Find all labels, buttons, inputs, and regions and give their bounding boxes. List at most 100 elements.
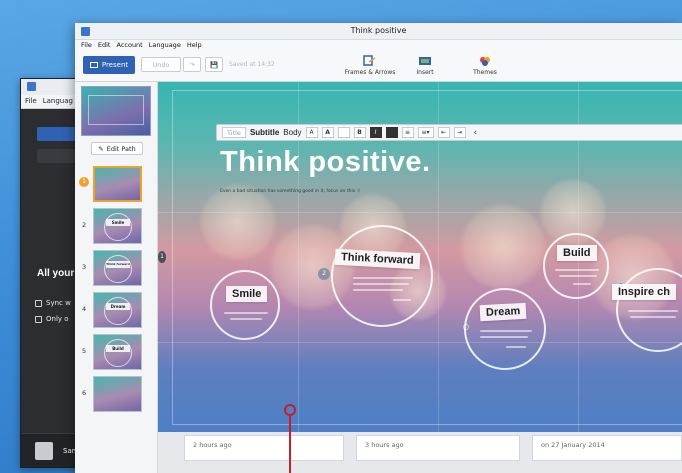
topic-dream[interactable]: Dream [464, 288, 546, 370]
main-window: Think positive File Edit Account Languag… [75, 23, 682, 473]
body-text [630, 316, 676, 318]
bg-menu-language[interactable]: Languag [43, 97, 73, 106]
body-text [506, 346, 526, 348]
frames-arrows-button[interactable]: Frames & Arrows [340, 55, 400, 76]
present-button[interactable]: Present [83, 56, 135, 74]
subtitle-style-button[interactable]: Subtitle [250, 128, 279, 137]
body-style-button[interactable]: Body [283, 128, 301, 137]
recent-card[interactable]: 3 hours ago [356, 435, 520, 461]
path-step-number: 2 [82, 221, 87, 229]
indent-decrease-icon[interactable]: ⇤ [437, 127, 450, 138]
frames-arrows-label: Frames & Arrows [344, 69, 396, 76]
topic-smile[interactable]: Smile [210, 270, 280, 340]
italic-button[interactable]: I [369, 127, 382, 138]
edit-path-label: Edit Path [106, 144, 136, 153]
menu-account[interactable]: Account [116, 41, 142, 51]
font-decrease-button[interactable]: A [305, 127, 318, 138]
thumb-image: Smile [93, 208, 142, 244]
only-option-label: Only o [46, 315, 69, 323]
card-timestamp: on 27 January 2014 [541, 441, 605, 449]
bg-menu-file[interactable]: File [25, 97, 37, 106]
text-format-bar: Title Subtitle Body A A B I ≡ ≡▾ ⇤ ⇥ ‹ [216, 124, 682, 141]
undo-button[interactable]: Undo [141, 57, 181, 72]
body-text [353, 277, 413, 279]
sync-option-label: Sync w [46, 299, 71, 307]
path-step-number: 5 [82, 347, 87, 355]
insert-button[interactable]: Insert [407, 55, 443, 76]
path-step-number: 1 [79, 177, 89, 187]
menubar: File Edit Account Language Help [75, 40, 682, 52]
recent-card[interactable]: 2 hours ago [184, 435, 344, 461]
redo-icon: ↷ [189, 60, 195, 69]
thumb-label: Smile [106, 219, 130, 226]
thumb-image: Build [93, 334, 142, 370]
path-thumb-5[interactable]: 5 Build [75, 332, 158, 372]
thumb-image [93, 166, 142, 202]
callout-marker [284, 404, 296, 416]
body-text [393, 299, 411, 301]
thumb-label: Dream [106, 303, 130, 310]
path-thumb-3[interactable]: 3 Think forward [75, 248, 158, 288]
title-style-button[interactable]: Title [222, 127, 246, 138]
body-text [573, 283, 591, 285]
path-marker-1[interactable]: 1 [158, 251, 166, 263]
recent-items-strip: 2 hours ago 3 hours ago on 27 January 20… [158, 432, 682, 473]
topic-label: Dream [479, 302, 527, 322]
recent-card[interactable]: on 27 January 2014 [532, 435, 682, 461]
menu-edit[interactable]: Edit [98, 41, 111, 51]
edit-path-button[interactable]: ✎ Edit Path [91, 142, 143, 155]
thumb-circle [104, 213, 132, 241]
thumb-image: Think forward [93, 250, 142, 286]
toolbar: Present Undo ↷ 💾 Saved at 14:32 Frames &… [75, 52, 682, 82]
overview-frame [88, 95, 144, 125]
path-step-number: 6 [82, 389, 87, 397]
align-dropdown-icon[interactable]: ≡▾ [417, 127, 434, 138]
overview-thumbnail[interactable] [81, 86, 151, 136]
canvas-subtitle[interactable]: Even a bad situation has something good … [220, 189, 360, 194]
indent-increase-icon[interactable]: ⇥ [453, 127, 466, 138]
insert-icon [419, 57, 431, 65]
themes-button[interactable]: Themes [467, 55, 503, 76]
topic-label: Smile [226, 286, 268, 302]
body-text [628, 310, 678, 312]
body-text [353, 283, 409, 285]
body-text [224, 312, 268, 314]
save-button[interactable]: 💾 [205, 57, 223, 72]
menu-language[interactable]: Language [149, 41, 181, 51]
path-thumb-6[interactable]: 6 [75, 374, 158, 414]
save-icon: 💾 [209, 60, 219, 69]
path-thumb-1[interactable]: 1 [75, 164, 158, 204]
text-color-button[interactable] [385, 127, 398, 138]
thumb-label: Think forward [106, 261, 130, 268]
path-thumb-4[interactable]: 4 Dream [75, 290, 158, 330]
topic-build[interactable]: Build [543, 233, 609, 299]
thumb-circle [104, 255, 132, 283]
themes-label: Themes [473, 69, 497, 76]
canvas-title[interactable]: Think positive. [220, 146, 431, 179]
frames-arrows-icon [363, 55, 376, 66]
path-marker-2[interactable]: 2 [318, 268, 330, 280]
collapse-toolbar-icon[interactable]: ‹ [474, 128, 478, 138]
redo-button[interactable]: ↷ [183, 57, 201, 72]
color-swatch-button[interactable] [337, 127, 350, 138]
menu-help[interactable]: Help [187, 41, 202, 51]
only-option[interactable]: Only o [35, 315, 69, 323]
body-text [230, 318, 262, 320]
card-timestamp: 3 hours ago [365, 441, 404, 449]
path-step-number: 3 [82, 263, 87, 271]
body-text [559, 275, 597, 277]
sync-option[interactable]: Sync w [35, 299, 71, 307]
background-heading: All your [37, 268, 75, 279]
thumb-image: Dream [93, 292, 142, 328]
presentation-canvas[interactable]: Title Subtitle Body A A B I ≡ ≡▾ ⇤ ⇥ ‹ T… [158, 82, 682, 432]
titlebar: Think positive [75, 23, 682, 40]
body-text [480, 330, 532, 332]
font-increase-button[interactable]: A [321, 127, 334, 138]
topic-think-forward[interactable]: Think forward [331, 225, 433, 327]
saved-status: Saved at 14:32 [229, 61, 275, 68]
bold-button[interactable]: B [353, 127, 366, 138]
bullet-list-icon[interactable]: ≡ [401, 127, 414, 138]
callout-line [289, 416, 291, 473]
menu-file[interactable]: File [81, 41, 92, 51]
path-thumb-2[interactable]: 2 Smile [75, 206, 158, 246]
